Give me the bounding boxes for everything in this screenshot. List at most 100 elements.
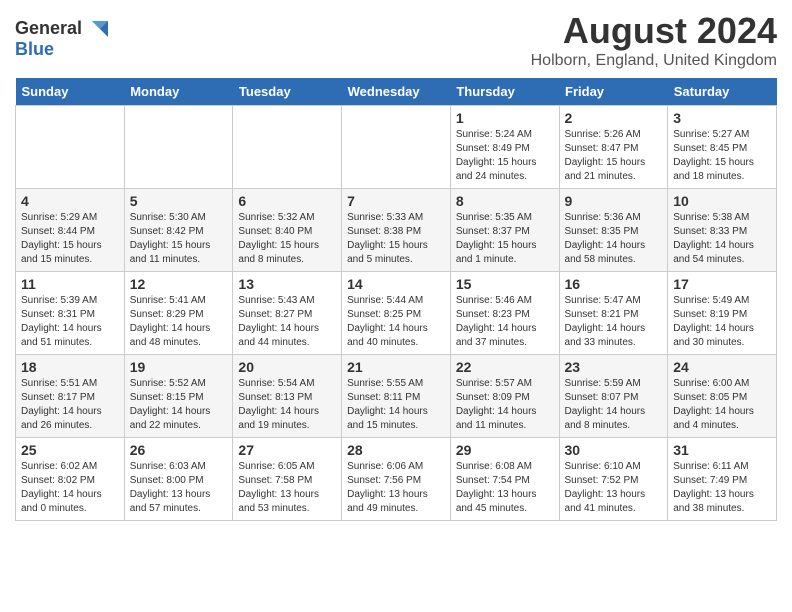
header: General Blue August 2024 Holborn, Englan… [15, 10, 777, 70]
weekday-header-sunday: Sunday [16, 78, 125, 106]
calendar-cell: 25 Sunrise: 6:02 AM Sunset: 8:02 PM Dayli… [16, 438, 125, 521]
day-info: Sunrise: 5:46 AM Sunset: 8:23 PM Dayligh… [456, 294, 554, 350]
day-number: 4 [21, 193, 119, 209]
day-info: Sunrise: 5:27 AM Sunset: 8:45 PM Dayligh… [673, 128, 771, 184]
day-info: Sunrise: 5:39 AM Sunset: 8:31 PM Dayligh… [21, 294, 119, 350]
day-number: 1 [456, 110, 554, 126]
week-row-3: 11Sunrise: 5:39 AM Sunset: 8:31 PM Dayli… [16, 272, 777, 355]
calendar-cell: 16Sunrise: 5:47 AM Sunset: 8:21 PM Dayli… [559, 272, 668, 355]
day-number: 29 [456, 442, 554, 458]
calendar-cell: 20 Sunrise: 5:54 AM Sunset: 8:13 PM Dayli… [233, 355, 342, 438]
month-year-title: August 2024 [531, 10, 777, 52]
day-info: Sunrise: 5:33 AM Sunset: 8:38 PM Dayligh… [347, 211, 445, 267]
day-info: Sunrise: 5:26 AM Sunset: 8:47 PM Dayligh… [565, 128, 663, 184]
day-number: 10 [673, 193, 771, 209]
day-info: Sunrise: 6:08 AM Sunset: 7:54 PM Dayligh… [456, 460, 554, 516]
calendar-cell: 8 Sunrise: 5:35 AM Sunset: 8:37 PM Daylig… [450, 189, 559, 272]
day-info: Sunrise: 5:35 AM Sunset: 8:37 PM Dayligh… [456, 211, 554, 267]
day-number: 22 [456, 359, 554, 375]
day-info: Sunrise: 5:30 AM Sunset: 8:42 PM Dayligh… [130, 211, 228, 267]
calendar-cell: 31Sunrise: 6:11 AM Sunset: 7:49 PM Dayli… [668, 438, 777, 521]
day-number: 9 [565, 193, 663, 209]
calendar-cell: 12 Sunrise: 5:41 AM Sunset: 8:29 PM Dayli… [124, 272, 233, 355]
calendar-cell: 7 Sunrise: 5:33 AM Sunset: 8:38 PM Daylig… [342, 189, 451, 272]
day-info: Sunrise: 6:10 AM Sunset: 7:52 PM Dayligh… [565, 460, 663, 516]
calendar-cell: 18 Sunrise: 5:51 AM Sunset: 8:17 PM Dayli… [16, 355, 125, 438]
calendar-cell: 5 Sunrise: 5:30 AM Sunset: 8:42 PM Daylig… [124, 189, 233, 272]
calendar-cell: 26 Sunrise: 6:03 AM Sunset: 8:00 PM Dayli… [124, 438, 233, 521]
weekday-header-monday: Monday [124, 78, 233, 106]
calendar-cell: 11Sunrise: 5:39 AM Sunset: 8:31 PM Dayli… [16, 272, 125, 355]
day-info: Sunrise: 6:02 AM Sunset: 8:02 PM Dayligh… [21, 460, 119, 516]
calendar-cell: 19 Sunrise: 5:52 AM Sunset: 8:15 PM Dayli… [124, 355, 233, 438]
weekday-header-wednesday: Wednesday [342, 78, 451, 106]
calendar-cell: 9 Sunrise: 5:36 AM Sunset: 8:35 PM Daylig… [559, 189, 668, 272]
day-number: 13 [238, 276, 336, 292]
calendar-cell: 1 Sunrise: 5:24 AM Sunset: 8:49 PM Daylig… [450, 106, 559, 189]
day-info: Sunrise: 5:43 AM Sunset: 8:27 PM Dayligh… [238, 294, 336, 350]
day-info: Sunrise: 5:51 AM Sunset: 8:17 PM Dayligh… [21, 377, 119, 433]
day-info: Sunrise: 5:52 AM Sunset: 8:15 PM Dayligh… [130, 377, 228, 433]
day-info: Sunrise: 5:57 AM Sunset: 8:09 PM Dayligh… [456, 377, 554, 433]
calendar-cell: 30Sunrise: 6:10 AM Sunset: 7:52 PM Dayli… [559, 438, 668, 521]
calendar-cell: 4 Sunrise: 5:29 AM Sunset: 8:44 PM Daylig… [16, 189, 125, 272]
day-info: Sunrise: 5:29 AM Sunset: 8:44 PM Dayligh… [21, 211, 119, 267]
day-info: Sunrise: 5:55 AM Sunset: 8:11 PM Dayligh… [347, 377, 445, 433]
day-info: Sunrise: 5:41 AM Sunset: 8:29 PM Dayligh… [130, 294, 228, 350]
logo-blue-text: Blue [15, 39, 54, 59]
calendar-cell: 24Sunrise: 6:00 AM Sunset: 8:05 PM Dayli… [668, 355, 777, 438]
title-area: August 2024 Holborn, England, United Kin… [531, 10, 777, 70]
weekday-header-tuesday: Tuesday [233, 78, 342, 106]
day-number: 18 [21, 359, 119, 375]
day-number: 26 [130, 442, 228, 458]
day-info: Sunrise: 5:38 AM Sunset: 8:33 PM Dayligh… [673, 211, 771, 267]
calendar-cell [233, 106, 342, 189]
day-info: Sunrise: 6:05 AM Sunset: 7:58 PM Dayligh… [238, 460, 336, 516]
week-row-2: 4 Sunrise: 5:29 AM Sunset: 8:44 PM Daylig… [16, 189, 777, 272]
day-number: 16 [565, 276, 663, 292]
day-number: 28 [347, 442, 445, 458]
week-row-4: 18 Sunrise: 5:51 AM Sunset: 8:17 PM Dayli… [16, 355, 777, 438]
day-number: 2 [565, 110, 663, 126]
weekday-header-friday: Friday [559, 78, 668, 106]
day-info: Sunrise: 5:49 AM Sunset: 8:19 PM Dayligh… [673, 294, 771, 350]
day-number: 21 [347, 359, 445, 375]
weekday-header-thursday: Thursday [450, 78, 559, 106]
calendar-cell: 28Sunrise: 6:06 AM Sunset: 7:56 PM Dayli… [342, 438, 451, 521]
calendar-cell: 17 Sunrise: 5:49 AM Sunset: 8:19 PM Dayli… [668, 272, 777, 355]
day-info: Sunrise: 5:54 AM Sunset: 8:13 PM Dayligh… [238, 377, 336, 433]
day-number: 20 [238, 359, 336, 375]
day-number: 15 [456, 276, 554, 292]
weekday-header-row: SundayMondayTuesdayWednesdayThursdayFrid… [16, 78, 777, 106]
day-number: 7 [347, 193, 445, 209]
calendar-cell: 6Sunrise: 5:32 AM Sunset: 8:40 PM Daylig… [233, 189, 342, 272]
calendar-cell: 3 Sunrise: 5:27 AM Sunset: 8:45 PM Daylig… [668, 106, 777, 189]
calendar-cell: 14Sunrise: 5:44 AM Sunset: 8:25 PM Dayli… [342, 272, 451, 355]
day-info: Sunrise: 5:36 AM Sunset: 8:35 PM Dayligh… [565, 211, 663, 267]
day-number: 31 [673, 442, 771, 458]
calendar-cell: 15 Sunrise: 5:46 AM Sunset: 8:23 PM Dayli… [450, 272, 559, 355]
day-number: 6 [238, 193, 336, 209]
calendar-cell: 13 Sunrise: 5:43 AM Sunset: 8:27 PM Dayli… [233, 272, 342, 355]
week-row-5: 25 Sunrise: 6:02 AM Sunset: 8:02 PM Dayli… [16, 438, 777, 521]
day-number: 17 [673, 276, 771, 292]
logo-icon [84, 21, 108, 37]
day-number: 19 [130, 359, 228, 375]
day-number: 12 [130, 276, 228, 292]
day-number: 25 [21, 442, 119, 458]
day-info: Sunrise: 6:03 AM Sunset: 8:00 PM Dayligh… [130, 460, 228, 516]
day-info: Sunrise: 5:44 AM Sunset: 8:25 PM Dayligh… [347, 294, 445, 350]
calendar-cell: 2 Sunrise: 5:26 AM Sunset: 8:47 PM Daylig… [559, 106, 668, 189]
day-number: 3 [673, 110, 771, 126]
day-info: Sunrise: 5:59 AM Sunset: 8:07 PM Dayligh… [565, 377, 663, 433]
day-number: 5 [130, 193, 228, 209]
day-info: Sunrise: 5:24 AM Sunset: 8:49 PM Dayligh… [456, 128, 554, 184]
day-number: 8 [456, 193, 554, 209]
week-row-1: 1 Sunrise: 5:24 AM Sunset: 8:49 PM Daylig… [16, 106, 777, 189]
calendar-cell: 10 Sunrise: 5:38 AM Sunset: 8:33 PM Dayli… [668, 189, 777, 272]
logo-general-text: General [15, 18, 82, 39]
day-number: 23 [565, 359, 663, 375]
calendar-cell: 22 Sunrise: 5:57 AM Sunset: 8:09 PM Dayli… [450, 355, 559, 438]
location-subtitle: Holborn, England, United Kingdom [531, 52, 777, 70]
calendar-cell: 27Sunrise: 6:05 AM Sunset: 7:58 PM Dayli… [233, 438, 342, 521]
